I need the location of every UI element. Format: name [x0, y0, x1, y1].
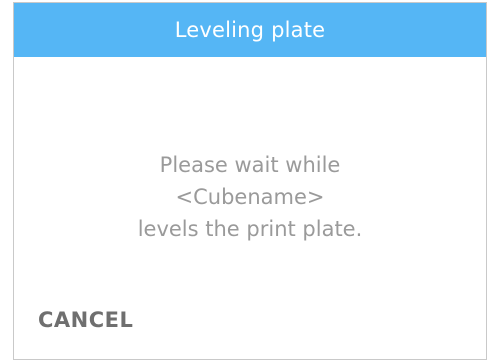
leveling-plate-dialog: Leveling plate Please wait while <Cubena… [13, 2, 487, 360]
message-line-1: Please wait while [159, 153, 341, 177]
message-line-3: levels the print plate. [137, 217, 363, 241]
dialog-header: Leveling plate [14, 3, 486, 57]
message-line-2: <Cubename> [175, 185, 325, 209]
dialog-title: Leveling plate [174, 18, 326, 42]
cancel-button[interactable]: CANCEL [38, 308, 133, 332]
dialog-message: Please wait while <Cubename> levels the … [14, 149, 486, 245]
